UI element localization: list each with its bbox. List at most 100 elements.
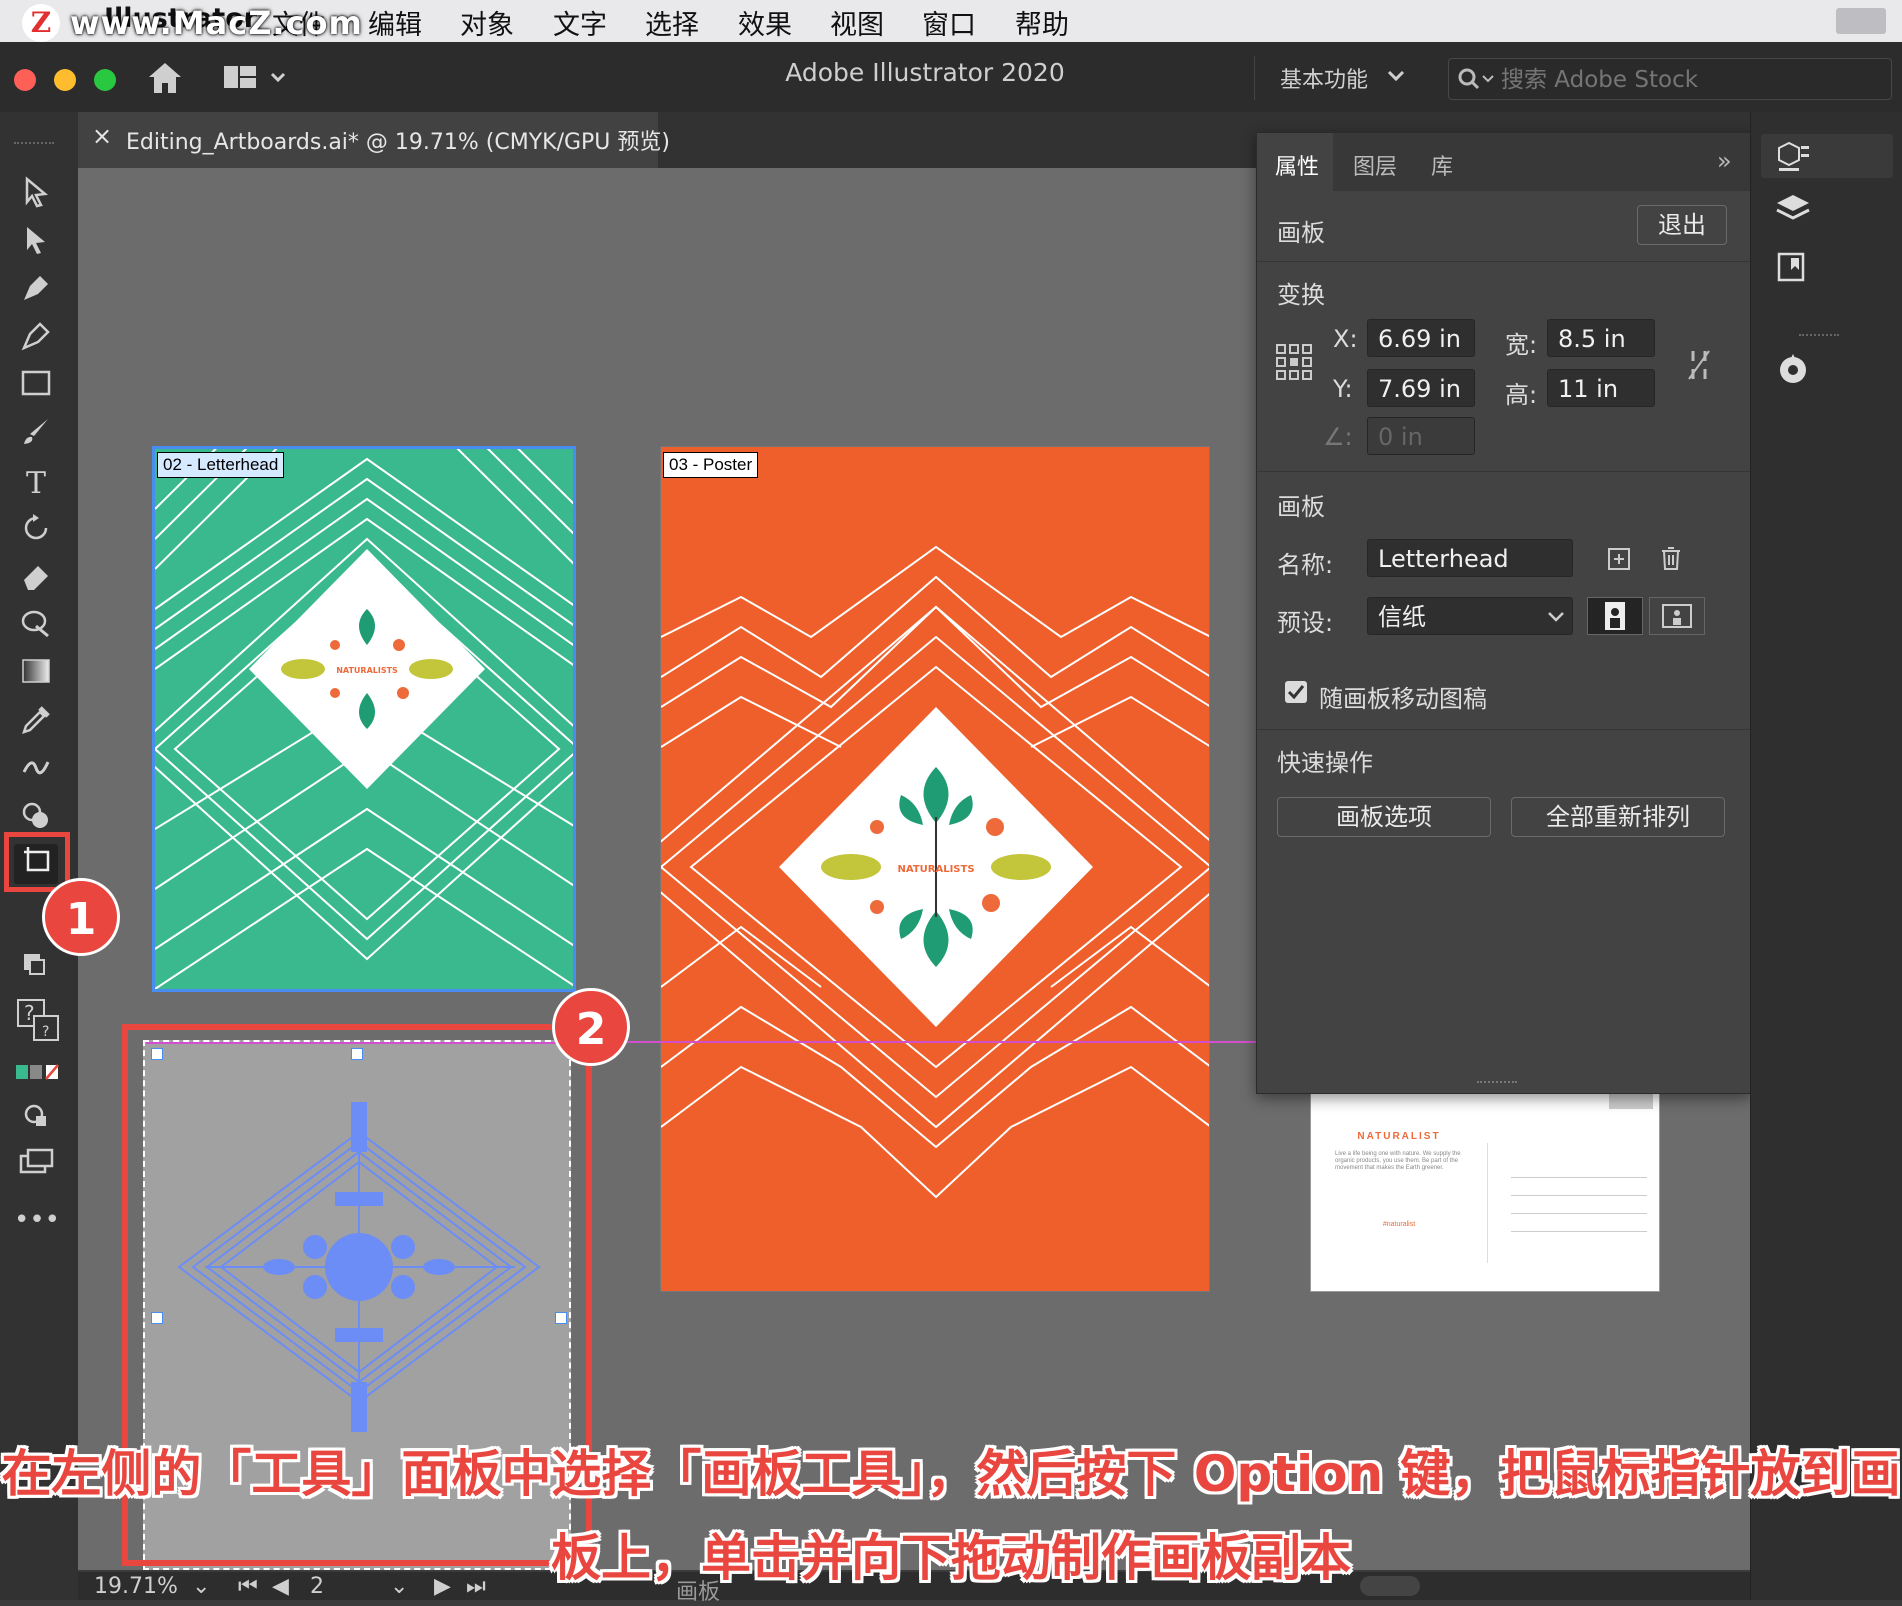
postcard-line xyxy=(1511,1213,1647,1214)
close-tab-icon[interactable]: × xyxy=(92,122,112,150)
poster-logo-text: NATURALISTS xyxy=(897,864,974,875)
postcard-body: Live a life being one with nature. We su… xyxy=(1335,1151,1461,1171)
divider xyxy=(1257,471,1751,472)
menu-view[interactable]: 视图 xyxy=(830,3,884,42)
tab-properties[interactable]: 属性 xyxy=(1275,149,1319,181)
chevron-down-icon[interactable] xyxy=(1547,609,1565,628)
tab-layers[interactable]: 图层 xyxy=(1353,149,1397,181)
x-field[interactable]: 6.69 in xyxy=(1367,319,1475,357)
letterhead-logo-text: NATURALISTS xyxy=(336,666,398,675)
svg-text:?: ? xyxy=(42,1024,49,1040)
postcard-line xyxy=(1511,1231,1647,1232)
artboard-options-button[interactable]: 画板选项 xyxy=(1277,797,1491,837)
preset-select[interactable]: 信纸 xyxy=(1367,597,1573,635)
step-badge-2: 2 xyxy=(552,988,630,1066)
artboard-label-letterhead[interactable]: 02 - Letterhead xyxy=(157,452,285,478)
screen-mode-icon[interactable] xyxy=(14,1146,58,1186)
menu-object[interactable]: 对象 xyxy=(460,3,514,42)
exit-button[interactable]: 退出 xyxy=(1637,205,1727,245)
properties-panel: 属性 图层 库 » 画板 退出 变换 X: 6.69 in Y: 7.69 in… xyxy=(1256,132,1752,1094)
toolbar-grip[interactable] xyxy=(14,142,54,149)
poster-pattern: NATURALISTS xyxy=(661,545,1209,1199)
divider xyxy=(1257,261,1751,262)
caption-line-2: 板上，单击并向下拖动制作画板副本 xyxy=(551,1529,1351,1587)
eyedropper-tool-icon[interactable] xyxy=(14,704,58,744)
y-field[interactable]: 7.69 in xyxy=(1367,369,1475,407)
paintbrush-tool-icon[interactable] xyxy=(14,416,58,456)
artboard-name-field[interactable]: Letterhead xyxy=(1367,539,1573,577)
color-guide-icon[interactable] xyxy=(1775,352,1811,392)
height-field[interactable]: 11 in xyxy=(1547,369,1655,407)
type-tool-icon[interactable]: T xyxy=(14,464,58,504)
gradient-tool-icon[interactable] xyxy=(14,656,58,696)
rotate-tool-icon[interactable] xyxy=(14,512,58,552)
section-quick-actions-title: 快速操作 xyxy=(1277,749,1373,777)
landscape-orientation-button[interactable] xyxy=(1649,597,1705,635)
name-label: 名称: xyxy=(1277,551,1334,579)
more-tools-icon[interactable]: ••• xyxy=(14,1200,60,1240)
width-field[interactable]: 8.5 in xyxy=(1547,319,1655,357)
dock-grip[interactable] xyxy=(1799,334,1839,340)
chevron-down-icon[interactable] xyxy=(1386,66,1406,90)
eraser-tool-icon[interactable] xyxy=(14,560,58,600)
free-transform-tool-icon[interactable] xyxy=(14,608,58,648)
panel-resize-grip[interactable] xyxy=(1477,1081,1517,1087)
artboard-letterhead[interactable]: NATURALISTS xyxy=(152,446,576,992)
draw-mode-icon[interactable] xyxy=(14,1100,58,1140)
macz-logo: Z xyxy=(22,4,60,42)
artboard-tool-icon[interactable] xyxy=(14,844,58,884)
reference-point-icon[interactable] xyxy=(1275,343,1313,385)
selection-tool-icon[interactable] xyxy=(14,176,58,216)
menubar-status-icon[interactable] xyxy=(1836,8,1886,34)
color-mode-icon[interactable] xyxy=(14,1056,59,1096)
direct-selection-tool-icon[interactable] xyxy=(14,224,58,264)
tab-libraries[interactable]: 库 xyxy=(1431,149,1453,181)
angle-field: 0 in xyxy=(1367,417,1475,455)
pen-tool-icon[interactable] xyxy=(14,272,58,312)
postcard-divider xyxy=(1487,1143,1488,1263)
menu-type[interactable]: 文字 xyxy=(553,3,607,42)
artboard-poster[interactable]: NATURALISTS xyxy=(660,446,1210,1292)
new-artboard-icon[interactable] xyxy=(1607,547,1631,575)
menu-edit[interactable]: 编辑 xyxy=(368,3,422,42)
search-input[interactable] xyxy=(1499,65,1883,95)
artboard-postcard[interactable]: NATURALIST Live a life being one with na… xyxy=(1310,1092,1660,1292)
postcard-tag: #naturalist xyxy=(1382,1221,1416,1228)
move-artwork-checkbox[interactable] xyxy=(1285,681,1307,703)
properties-icon xyxy=(1778,141,1809,171)
divider xyxy=(1257,729,1751,730)
move-artwork-label[interactable]: 随画板移动图稿 xyxy=(1319,679,1487,714)
menu-help[interactable]: 帮助 xyxy=(1015,3,1069,42)
curvature-tool-icon[interactable] xyxy=(14,320,58,360)
libraries-icon[interactable] xyxy=(1775,250,1809,288)
y-label: Y: xyxy=(1333,375,1353,403)
fill-stroke-swap-icon[interactable] xyxy=(14,950,58,990)
menu-select[interactable]: 选择 xyxy=(645,3,699,42)
tools-panel: T ?? ••• xyxy=(0,112,78,1600)
stock-search-box[interactable] xyxy=(1448,58,1892,100)
delete-artboard-icon[interactable] xyxy=(1659,545,1683,575)
properties-dock-button[interactable] xyxy=(1761,134,1893,178)
workspace-switcher[interactable]: 基本功能 xyxy=(1280,62,1368,94)
menu-effect[interactable]: 效果 xyxy=(738,3,792,42)
preset-label: 预设: xyxy=(1277,609,1334,637)
rectangle-tool-icon[interactable] xyxy=(14,368,58,408)
width-label: 宽: xyxy=(1505,331,1538,359)
menu-window[interactable]: 窗口 xyxy=(922,3,976,42)
rotate-angle-icon: ∠: xyxy=(1323,423,1353,451)
layers-icon[interactable] xyxy=(1775,192,1811,230)
right-panel-dock xyxy=(1750,112,1902,1600)
postcard-line xyxy=(1511,1195,1647,1196)
watermark-text: www.MacZ.com xyxy=(70,4,363,42)
letterhead-pattern: NATURALISTS xyxy=(155,449,573,989)
constrain-proportions-icon[interactable] xyxy=(1685,347,1713,387)
postcard-line xyxy=(1511,1177,1647,1178)
section-transform-title: 变换 xyxy=(1277,281,1325,309)
rearrange-all-button[interactable]: 全部重新排列 xyxy=(1511,797,1725,837)
blend-tool-icon[interactable] xyxy=(14,752,58,792)
artboard-label-poster[interactable]: 03 - Poster xyxy=(663,452,759,478)
panel-menu-icon[interactable]: » xyxy=(1717,147,1732,175)
caption-line-1: 在左侧的「工具」面板中选择「画板工具」，然后按下 Option 键，把鼠标指针放… xyxy=(1,1445,1901,1503)
portrait-orientation-button[interactable] xyxy=(1587,597,1643,635)
fill-stroke-icon[interactable]: ?? xyxy=(14,996,64,1046)
